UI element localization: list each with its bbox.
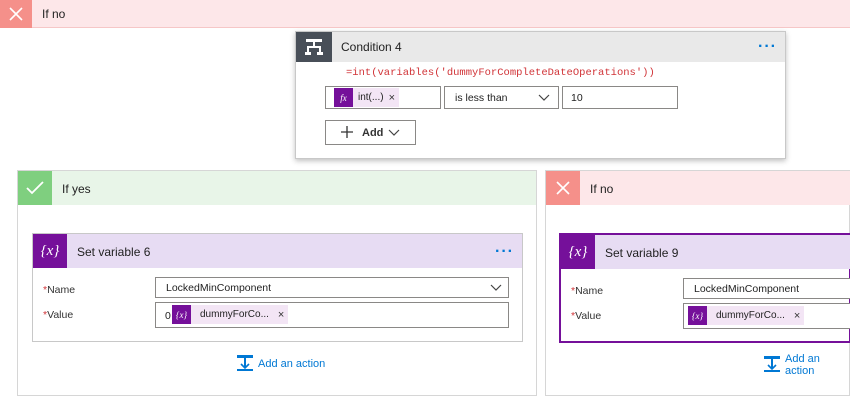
add-action-label: Add an action <box>258 358 326 370</box>
name-field-label: *Name <box>571 285 604 297</box>
top-if-no-branch-header[interactable]: If no <box>0 0 850 28</box>
value-prefix-text: 0 <box>165 310 171 322</box>
right-operand-value: 10 <box>571 92 583 104</box>
function-icon: fx <box>334 88 353 107</box>
remove-token-icon[interactable]: × <box>278 309 288 321</box>
plus-icon <box>340 125 354 142</box>
variable-token[interactable]: {x} dummyForCo... × <box>688 306 805 325</box>
value-input[interactable]: {x} dummyForCo... × <box>683 303 850 329</box>
condition-expression-tooltip: =int(variables('dummyForCompleteDateOper… <box>346 67 655 79</box>
variable-icon: {x} <box>172 305 191 324</box>
add-action-label: Add an action <box>785 353 820 377</box>
close-icon <box>0 0 32 28</box>
variable-icon: {x} <box>33 234 67 268</box>
variable-token-label: dummyForCo... <box>200 309 269 320</box>
add-row-button[interactable]: Add <box>325 120 416 145</box>
variable-icon: {x} <box>561 235 595 269</box>
condition-left-operand[interactable]: fx int(...) × <box>325 86 441 109</box>
value-input[interactable]: 0 {x} dummyForCo... × <box>155 302 509 328</box>
set-variable-card: {x} Set variable 6 ··· *Name LockedMinCo… <box>32 233 523 342</box>
add-action-icon <box>763 355 781 376</box>
name-field-label: *Name <box>43 284 76 296</box>
chevron-down-icon <box>388 126 400 141</box>
add-action-icon <box>236 354 254 375</box>
remove-token-icon[interactable]: × <box>794 310 804 322</box>
value-field-label: *Value <box>571 310 602 322</box>
add-an-action-button[interactable]: Add an action <box>236 354 325 374</box>
expression-token-label: int(...) <box>358 92 384 103</box>
condition-title: Condition 4 <box>341 40 402 54</box>
set-variable-header[interactable]: {x} Set variable 9 <box>561 235 850 269</box>
branch-label: If no <box>42 7 66 21</box>
set-variable-title: Set variable 6 <box>77 245 151 259</box>
close-icon <box>546 171 580 205</box>
if-yes-branch: If yes {x} Set variable 6 ··· *Name Lock… <box>17 170 537 396</box>
checkmark-icon <box>18 171 52 205</box>
condition-icon <box>296 32 332 62</box>
name-value: LockedMinComponent <box>166 282 272 294</box>
branch-label: If yes <box>62 182 91 196</box>
operator-dropdown[interactable]: is less than <box>444 86 559 109</box>
set-variable-title: Set variable 9 <box>605 246 679 260</box>
if-no-header[interactable]: If no <box>546 171 850 205</box>
remove-token-icon[interactable]: × <box>389 92 399 104</box>
branch-label: If no <box>590 182 614 196</box>
more-options-icon[interactable]: ··· <box>758 39 777 55</box>
add-an-action-button[interactable]: Add an action <box>763 353 849 377</box>
variable-token-label: dummyForCo... <box>716 310 785 321</box>
name-dropdown[interactable]: LockedMinComponent <box>683 278 850 299</box>
condition-card: Condition 4 ··· =int(variables('dummyFor… <box>295 31 786 159</box>
chevron-down-icon <box>490 281 502 296</box>
variable-icon: {x} <box>688 306 707 325</box>
condition-header[interactable]: Condition 4 ··· <box>296 32 785 62</box>
more-options-icon[interactable]: ··· <box>495 244 514 260</box>
expression-token[interactable]: fx int(...) × <box>334 88 399 107</box>
condition-right-operand[interactable]: 10 <box>562 86 678 109</box>
set-variable-header[interactable]: {x} Set variable 6 ··· <box>33 234 522 268</box>
value-field-label: *Value <box>43 309 74 321</box>
name-dropdown[interactable]: LockedMinComponent <box>155 277 509 298</box>
if-no-branch: If no {x} Set variable 9 *Name LockedMin… <box>545 170 850 396</box>
variable-token[interactable]: {x} dummyForCo... × <box>172 305 289 324</box>
set-variable-card: {x} Set variable 9 *Name LockedMinCompon… <box>559 233 850 343</box>
chevron-down-icon <box>538 91 550 106</box>
add-button-label: Add <box>362 127 384 139</box>
name-value: LockedMinComponent <box>694 283 800 295</box>
if-yes-header[interactable]: If yes <box>18 171 536 205</box>
operator-value: is less than <box>455 92 508 104</box>
